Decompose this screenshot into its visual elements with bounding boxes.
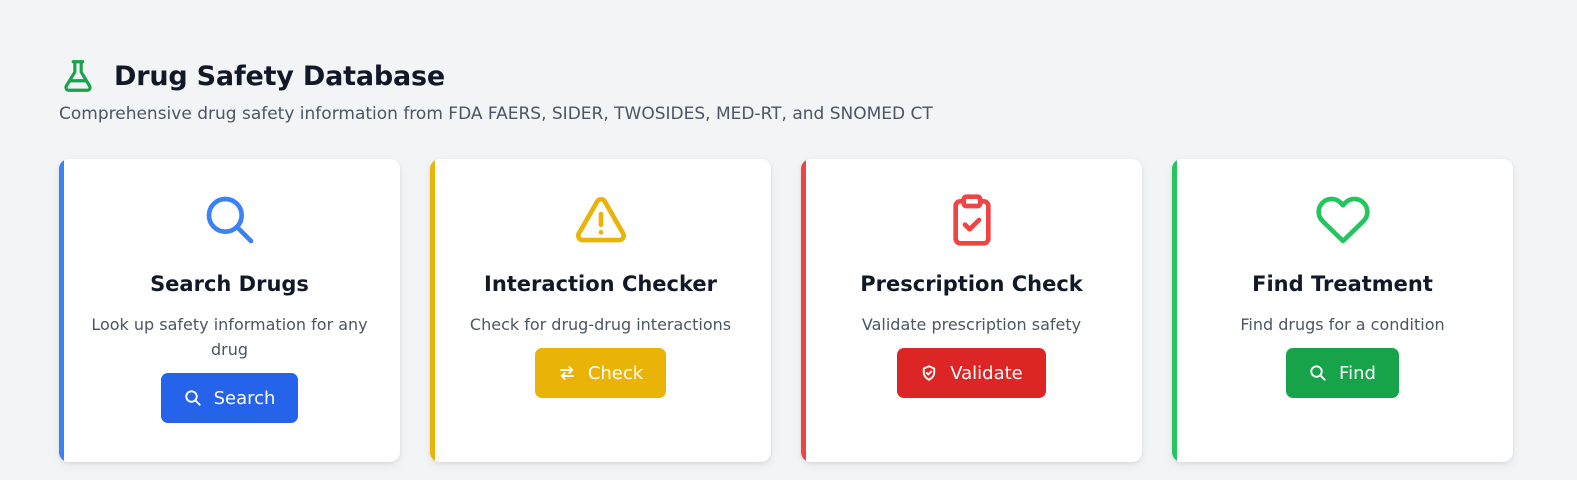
validate-button[interactable]: Validate [897,348,1046,398]
swap-arrows-icon [558,364,576,382]
card-description: Find drugs for a condition [1240,315,1445,334]
card-description: Look up safety information for any drug [91,315,368,359]
page-title: Drug Safety Database [114,60,445,92]
card-title: Prescription Check [860,272,1083,296]
button-label: Check [587,362,644,384]
card-prescription-check: Prescription Check Validate prescription… [801,159,1142,462]
card-accent-bar [430,159,435,462]
warning-triangle-icon [430,192,771,248]
button-label: Find [1339,362,1376,384]
title-row: Drug Safety Database [59,56,933,96]
flask-icon [59,57,97,95]
find-button[interactable]: Find [1286,348,1399,398]
page-header: Drug Safety Database Comprehensive drug … [59,56,933,124]
card-title: Search Drugs [150,272,309,296]
feature-cards: Search Drugs Look up safety information … [59,159,1513,462]
card-accent-bar [1172,159,1177,462]
card-interaction-checker: Interaction Checker Check for drug-drug … [430,159,771,462]
search-icon [184,389,202,407]
card-search-drugs: Search Drugs Look up safety information … [59,159,400,462]
clipboard-check-icon [801,192,1142,248]
button-label: Validate [950,362,1023,384]
card-find-treatment: Find Treatment Find drugs for a conditio… [1172,159,1513,462]
heart-icon [1172,192,1513,248]
card-description: Validate prescription safety [861,315,1082,334]
shield-check-icon [920,364,938,382]
card-accent-bar [801,159,806,462]
search-icon [59,192,400,248]
card-accent-bar [59,159,64,462]
page-subtitle: Comprehensive drug safety information fr… [59,104,933,124]
check-button[interactable]: Check [534,348,667,398]
card-title: Interaction Checker [484,272,717,296]
button-label: Search [213,387,276,409]
search-icon [1309,364,1327,382]
search-button[interactable]: Search [160,373,299,423]
page: Drug Safety Database Comprehensive drug … [0,0,1577,480]
card-description: Check for drug-drug interactions [469,315,732,334]
card-title: Find Treatment [1252,272,1433,296]
